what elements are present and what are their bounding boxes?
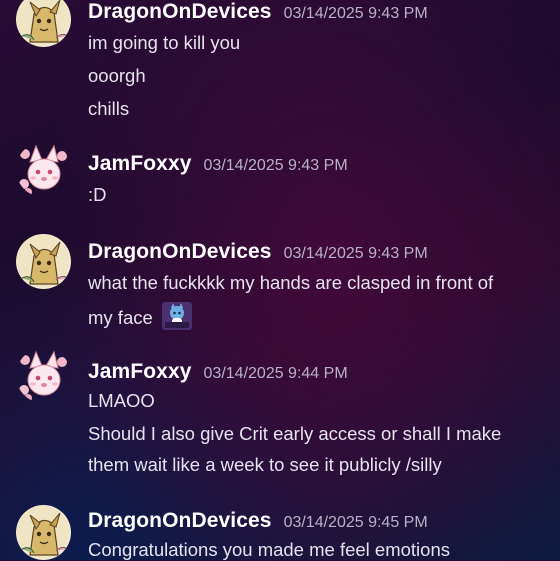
avatar[interactable] — [16, 505, 71, 560]
avatar[interactable] — [16, 0, 71, 47]
message-text: im going to kill you — [88, 32, 241, 53]
message-header: DragonOnDevices 03/14/2025 9:43 PM — [88, 240, 428, 266]
message-text: :D — [88, 184, 107, 205]
message-text: LMAOO — [88, 390, 155, 411]
dragon-avatar-icon — [16, 234, 71, 289]
timestamp: 03/14/2025 9:43 PM — [283, 5, 428, 22]
username[interactable]: JamFoxxy — [88, 152, 192, 176]
dragon-avatar-icon — [16, 505, 71, 560]
message-text: what the fuckkkk my hands are clasped in… — [88, 272, 494, 293]
avatar[interactable] — [16, 234, 71, 289]
message-header: DragonOnDevices 03/14/2025 9:45 PM — [88, 509, 428, 535]
crying-kitten-emoji-icon[interactable] — [162, 302, 192, 330]
username[interactable]: DragonOnDevices — [88, 0, 272, 24]
message-text: Should I also give Crit early access or … — [88, 423, 502, 444]
timestamp: 03/14/2025 9:44 PM — [203, 365, 348, 382]
message-text: ooorgh — [88, 65, 146, 86]
avatar[interactable] — [16, 142, 71, 197]
chat-message-list: DragonOnDevices 03/14/2025 9:43 PM im go… — [0, 0, 560, 560]
fox-avatar-icon — [16, 142, 71, 197]
username[interactable]: DragonOnDevices — [88, 509, 272, 533]
username[interactable]: DragonOnDevices — [88, 240, 272, 264]
message-text: chills — [88, 98, 130, 119]
message-header: JamFoxxy 03/14/2025 9:44 PM — [88, 360, 348, 386]
avatar[interactable] — [16, 348, 71, 403]
timestamp: 03/14/2025 9:43 PM — [283, 245, 428, 262]
username[interactable]: JamFoxxy — [88, 360, 192, 384]
message-text: them wait like a week to see it publicly… — [88, 454, 442, 475]
message-text-with-emoji: my face — [88, 302, 192, 330]
message-text: my face — [88, 307, 153, 328]
dragon-avatar-icon — [16, 0, 71, 47]
message-text: Congratulations you made me feel emotion… — [88, 539, 450, 560]
message-header: JamFoxxy 03/14/2025 9:43 PM — [88, 152, 348, 178]
message-header: DragonOnDevices 03/14/2025 9:43 PM — [88, 0, 428, 26]
timestamp: 03/14/2025 9:43 PM — [203, 157, 348, 174]
fox-avatar-icon — [16, 348, 71, 403]
timestamp: 03/14/2025 9:45 PM — [283, 514, 428, 531]
